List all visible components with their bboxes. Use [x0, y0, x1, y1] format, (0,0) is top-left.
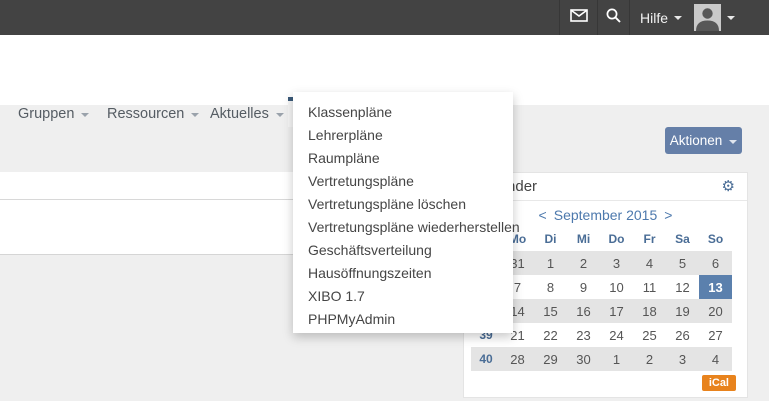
avatar — [694, 4, 721, 31]
next-month-button[interactable]: > — [664, 207, 672, 223]
calendar-day[interactable]: 24 — [600, 323, 633, 347]
menu-item[interactable]: Geschäftsverteilung — [293, 239, 513, 262]
calendar-day[interactable]: 22 — [534, 323, 567, 347]
calendar-day[interactable]: 27 — [699, 323, 732, 347]
menu-item[interactable]: Hausöffnungszeiten — [293, 262, 513, 285]
nav-item-gruppen[interactable]: Gruppen — [12, 97, 95, 127]
calendar-day[interactable]: 6 — [699, 251, 732, 275]
calendar-day[interactable]: 18 — [633, 299, 666, 323]
calendar-day[interactable]: 30 — [567, 347, 600, 371]
menu-item[interactable]: Lehrerpläne — [293, 124, 513, 147]
calendar-day[interactable]: 11 — [633, 275, 666, 299]
calendar-week-row: 402829301234 — [471, 347, 732, 371]
calendar-day[interactable]: 25 — [633, 323, 666, 347]
calendar-day[interactable]: 4 — [633, 251, 666, 275]
calendar-day[interactable]: 9 — [567, 275, 600, 299]
day-header: Fr — [633, 227, 666, 251]
ical-button[interactable]: iCal — [702, 375, 736, 391]
chevron-down-icon — [81, 113, 89, 117]
menu-item[interactable]: Vertretungspläne — [293, 170, 513, 193]
calendar-day[interactable]: 2 — [567, 251, 600, 275]
mail-icon — [570, 9, 588, 27]
nav-item-label: Gruppen — [18, 106, 74, 122]
top-bar: Hilfe — [0, 0, 769, 35]
nav-item-aktuelles[interactable]: Aktuelles — [204, 97, 290, 127]
menu-item[interactable]: PHPMyAdmin — [293, 308, 513, 331]
day-header: Di — [534, 227, 567, 251]
nav-item-label: Ressourcen — [107, 106, 184, 122]
calendar-day[interactable]: 15 — [534, 299, 567, 323]
calendar-day[interactable]: 19 — [666, 299, 699, 323]
menu-item[interactable]: XIBO 1.7 — [293, 285, 513, 308]
month-label: September 2015 — [554, 207, 658, 223]
menu-item[interactable]: Vertretungspläne wiederherstellen — [293, 216, 513, 239]
calendar-day[interactable]: 20 — [699, 299, 732, 323]
calendar-day[interactable]: 2 — [633, 347, 666, 371]
calendar-day[interactable]: 10 — [600, 275, 633, 299]
calendar-day[interactable]: 1 — [600, 347, 633, 371]
actions-button[interactable]: Aktionen — [665, 127, 742, 154]
nav-item-ressourcen[interactable]: Ressourcen — [101, 97, 205, 127]
calendar-day[interactable]: 17 — [600, 299, 633, 323]
menu-item[interactable]: Raumpläne — [293, 147, 513, 170]
nav-item-label: Aktuelles — [210, 106, 269, 122]
calendar-day-selected[interactable]: 13 — [699, 275, 732, 299]
calendar-day[interactable]: 4 — [699, 347, 732, 371]
calendar-day[interactable]: 1 — [534, 251, 567, 275]
verwaltung-dropdown: KlassenpläneLehrerpläneRaumpläneVertretu… — [293, 92, 513, 333]
day-header: Mi — [567, 227, 600, 251]
calendar-day[interactable]: 29 — [534, 347, 567, 371]
mail-button[interactable] — [559, 0, 597, 35]
actions-button-label: Aktionen — [670, 133, 723, 148]
gear-icon[interactable]: ⚙ — [722, 179, 735, 194]
day-header: Sa — [666, 227, 699, 251]
search-icon — [605, 7, 622, 29]
menu-item[interactable]: Vertretungspläne löschen — [293, 193, 513, 216]
chevron-down-icon — [727, 16, 735, 20]
calendar-day[interactable]: 5 — [666, 251, 699, 275]
calendar-day[interactable]: 3 — [600, 251, 633, 275]
help-label: Hilfe — [640, 10, 668, 26]
prev-month-button[interactable]: < — [539, 207, 547, 223]
chevron-down-icon — [674, 16, 682, 20]
calendar-day[interactable]: 3 — [666, 347, 699, 371]
day-header: Do — [600, 227, 633, 251]
calendar-day[interactable]: 8 — [534, 275, 567, 299]
chevron-down-icon — [729, 140, 737, 144]
calendar-day[interactable]: 28 — [501, 347, 534, 371]
chevron-down-icon — [276, 113, 284, 117]
calendar-day[interactable]: 23 — [567, 323, 600, 347]
calendar-day[interactable]: 26 — [666, 323, 699, 347]
calendar-day[interactable]: 16 — [567, 299, 600, 323]
week-number: 40 — [471, 347, 501, 371]
search-button[interactable] — [597, 0, 630, 35]
calendar-day[interactable]: 12 — [666, 275, 699, 299]
day-header: So — [699, 227, 732, 251]
chevron-down-icon — [191, 113, 199, 117]
user-menu[interactable] — [694, 0, 735, 35]
menu-item[interactable]: Klassenpläne — [293, 101, 513, 124]
help-menu[interactable]: Hilfe — [630, 0, 692, 35]
